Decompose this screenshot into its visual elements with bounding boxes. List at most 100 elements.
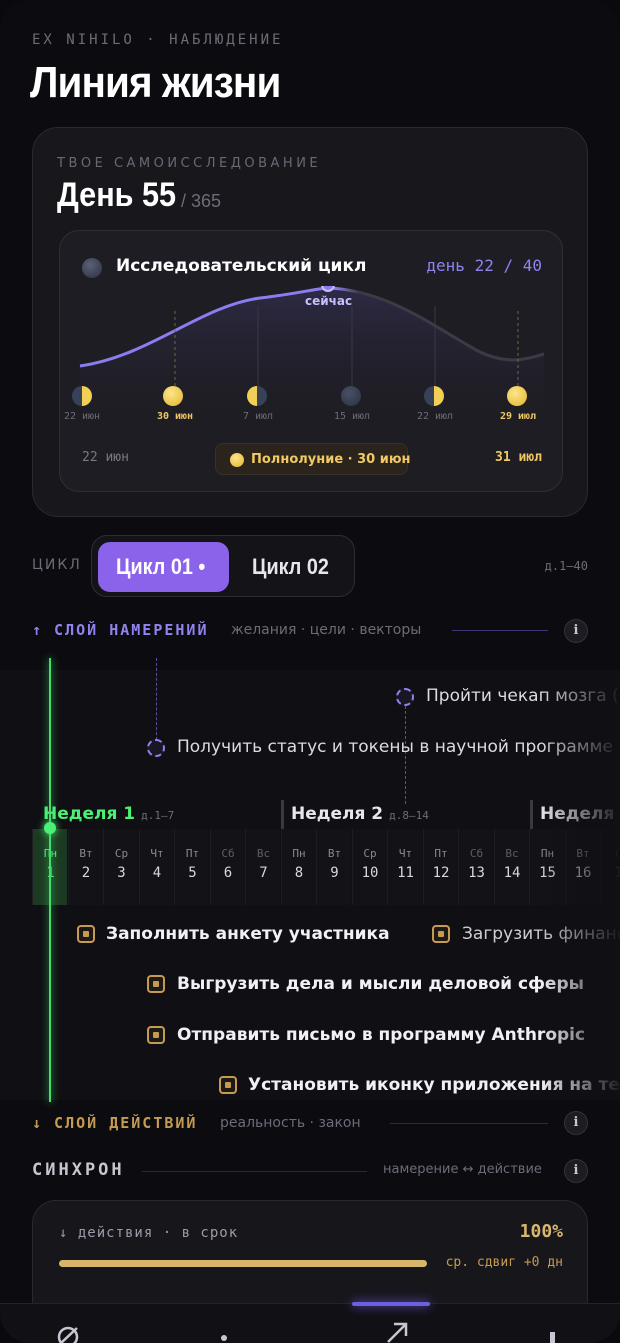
week-label: Неделя 2 д.8–14 <box>291 804 429 824</box>
waxing-moon-icon <box>424 386 444 406</box>
goal-stem <box>156 658 157 740</box>
full-moon-icon <box>163 386 183 406</box>
dot-icon[interactable] <box>218 1324 230 1343</box>
waning-moon-icon <box>247 386 267 406</box>
day-total: / 365 <box>181 191 222 211</box>
action-info-button[interactable]: i <box>564 1111 588 1135</box>
new-moon-icon <box>82 258 102 278</box>
task-item[interactable]: Выгрузить дела и мысли деловой сферы <box>177 974 584 994</box>
sync-progress-bar <box>59 1260 427 1267</box>
sync-info-button[interactable]: i <box>564 1159 588 1183</box>
task-checkbox[interactable] <box>432 925 450 943</box>
phase-date: 7 июл <box>242 411 274 422</box>
goal-item[interactable]: Получить статус и токены в научной прогр… <box>177 737 613 757</box>
sync-shift: ср. сдвиг +0 дн <box>445 1255 563 1270</box>
day-cell[interactable]: Чт 4 <box>138 829 174 905</box>
sync-title: СИНХРОН <box>32 1160 125 1180</box>
day-cell[interactable]: Пн 15 <box>529 829 564 905</box>
task-checkbox[interactable] <box>147 1026 165 1044</box>
day-name: Ср <box>114 847 129 860</box>
day-number: 7 <box>259 865 268 881</box>
cycle-range: д.1–40 <box>544 559 588 573</box>
day-number: 8 <box>294 865 304 881</box>
cycle-end-date: 31 июл <box>495 450 542 465</box>
day-number: 10 <box>361 865 379 881</box>
cycle-progress: день 22 / 40 <box>426 256 542 275</box>
day-number: 5 <box>188 865 197 881</box>
day-number: 6 <box>223 865 233 881</box>
action-layer-title: ↓ СЛОЙ ДЕЙСТВИЙ <box>32 1114 198 1132</box>
day-cell[interactable]: С1 <box>600 829 620 905</box>
day-cell[interactable]: Пн 8 <box>280 829 316 905</box>
day-name: Чт <box>398 847 413 860</box>
bar-icon[interactable] <box>548 1324 558 1343</box>
cycle-panel[interactable]: Исследовательский цикл день 22 / 40 сейч… <box>59 230 563 492</box>
day-cell[interactable]: Ср 3 <box>103 829 138 905</box>
day-cell[interactable]: Вс 14 <box>493 829 529 905</box>
today-line <box>49 658 51 1102</box>
day-name: Сб <box>221 847 235 860</box>
new-moon-icon <box>341 386 361 406</box>
current-day: День 55 <box>57 176 177 214</box>
arrow-up-right-icon[interactable] <box>384 1320 410 1343</box>
day-cell[interactable]: Чт 11 <box>387 829 422 905</box>
day-cell[interactable]: Вс 7 <box>245 829 280 905</box>
goal-marker-icon[interactable] <box>147 739 165 757</box>
intent-layer-title: ↑ СЛОЙ НАМЕРЕНИЙ <box>32 621 209 639</box>
task-checkbox[interactable] <box>219 1076 237 1094</box>
moon-phase-chart <box>79 286 545 436</box>
day-name: Пт <box>434 847 448 860</box>
goal-marker-icon[interactable] <box>396 688 414 706</box>
day-name: Пт <box>185 847 200 860</box>
no-sign-icon[interactable] <box>55 1324 81 1343</box>
task-item[interactable]: Установить иконку приложения на теле <box>248 1075 620 1095</box>
sync-subtitle: намерение ↔ действие <box>383 1162 542 1177</box>
day-number: 15 <box>539 865 556 881</box>
day-name: Сб <box>469 847 484 860</box>
day-number: 11 <box>397 865 414 881</box>
full-moon-icon <box>230 453 244 467</box>
day-name: С <box>615 847 620 860</box>
sync-progress-fill <box>59 1260 427 1267</box>
full-moon-badge: Полнолуние · 30 июн <box>215 443 411 475</box>
intent-info-button[interactable]: i <box>564 619 588 643</box>
task-item[interactable]: Загрузить финансо <box>462 924 620 944</box>
day-number: 12 <box>432 865 450 881</box>
divider <box>390 1123 548 1124</box>
cycle-01-tab[interactable]: Цикл 01 • <box>98 542 229 592</box>
day-cell[interactable]: Ср 10 <box>351 829 387 905</box>
task-checkbox[interactable] <box>147 975 165 993</box>
cycle-label: ЦИКЛ <box>32 557 82 573</box>
day-cell[interactable]: Вт 16 <box>564 829 600 905</box>
cycle-switch: Цикл 01 • Цикл 02 <box>91 535 355 597</box>
day-name: Пн <box>540 847 555 860</box>
phase-date: 30 июн <box>156 411 194 422</box>
full-moon-text: Полнолуние · 30 июн <box>251 452 411 467</box>
day-number: 16 <box>574 865 592 881</box>
day-cell[interactable]: Сб 13 <box>458 829 493 905</box>
goal-item[interactable]: Пройти чекап мозга (З <box>426 686 620 706</box>
task-item[interactable]: Заполнить анкету участника <box>106 924 390 944</box>
phase-date: 22 июн <box>63 411 101 422</box>
task-checkbox[interactable] <box>77 925 95 943</box>
day-cell[interactable]: Пт 5 <box>174 829 209 905</box>
day-name: Ср <box>363 847 377 860</box>
day-number: 9 <box>330 865 339 881</box>
day-cell[interactable]: Сб 6 <box>209 829 245 905</box>
cycle-02-tab[interactable]: Цикл 02 <box>252 554 329 580</box>
day-name: Вт <box>79 847 93 860</box>
day-cell[interactable]: Вт 9 <box>316 829 351 905</box>
day-name: Вс <box>505 847 519 860</box>
cycle-name: Исследовательский цикл <box>116 256 367 276</box>
day-number: 1 <box>614 865 620 881</box>
phase-date: 22 июл <box>416 411 454 422</box>
task-item[interactable]: Отправить письмо в программу Anthropic <box>177 1025 585 1045</box>
day-cell[interactable]: Пт 12 <box>422 829 458 905</box>
day-name: Вт <box>327 847 342 860</box>
day-number: 2 <box>81 865 91 881</box>
day-cell[interactable]: Вт 2 <box>67 829 103 905</box>
day-name: Чт <box>150 847 164 860</box>
week-label: Неделя 1 д.1–7 <box>43 804 175 824</box>
sync-label: ↓ действия · в срок <box>59 1225 239 1241</box>
brand-label: EX NIHILO · НАБЛЮДЕНИЕ <box>32 32 284 48</box>
